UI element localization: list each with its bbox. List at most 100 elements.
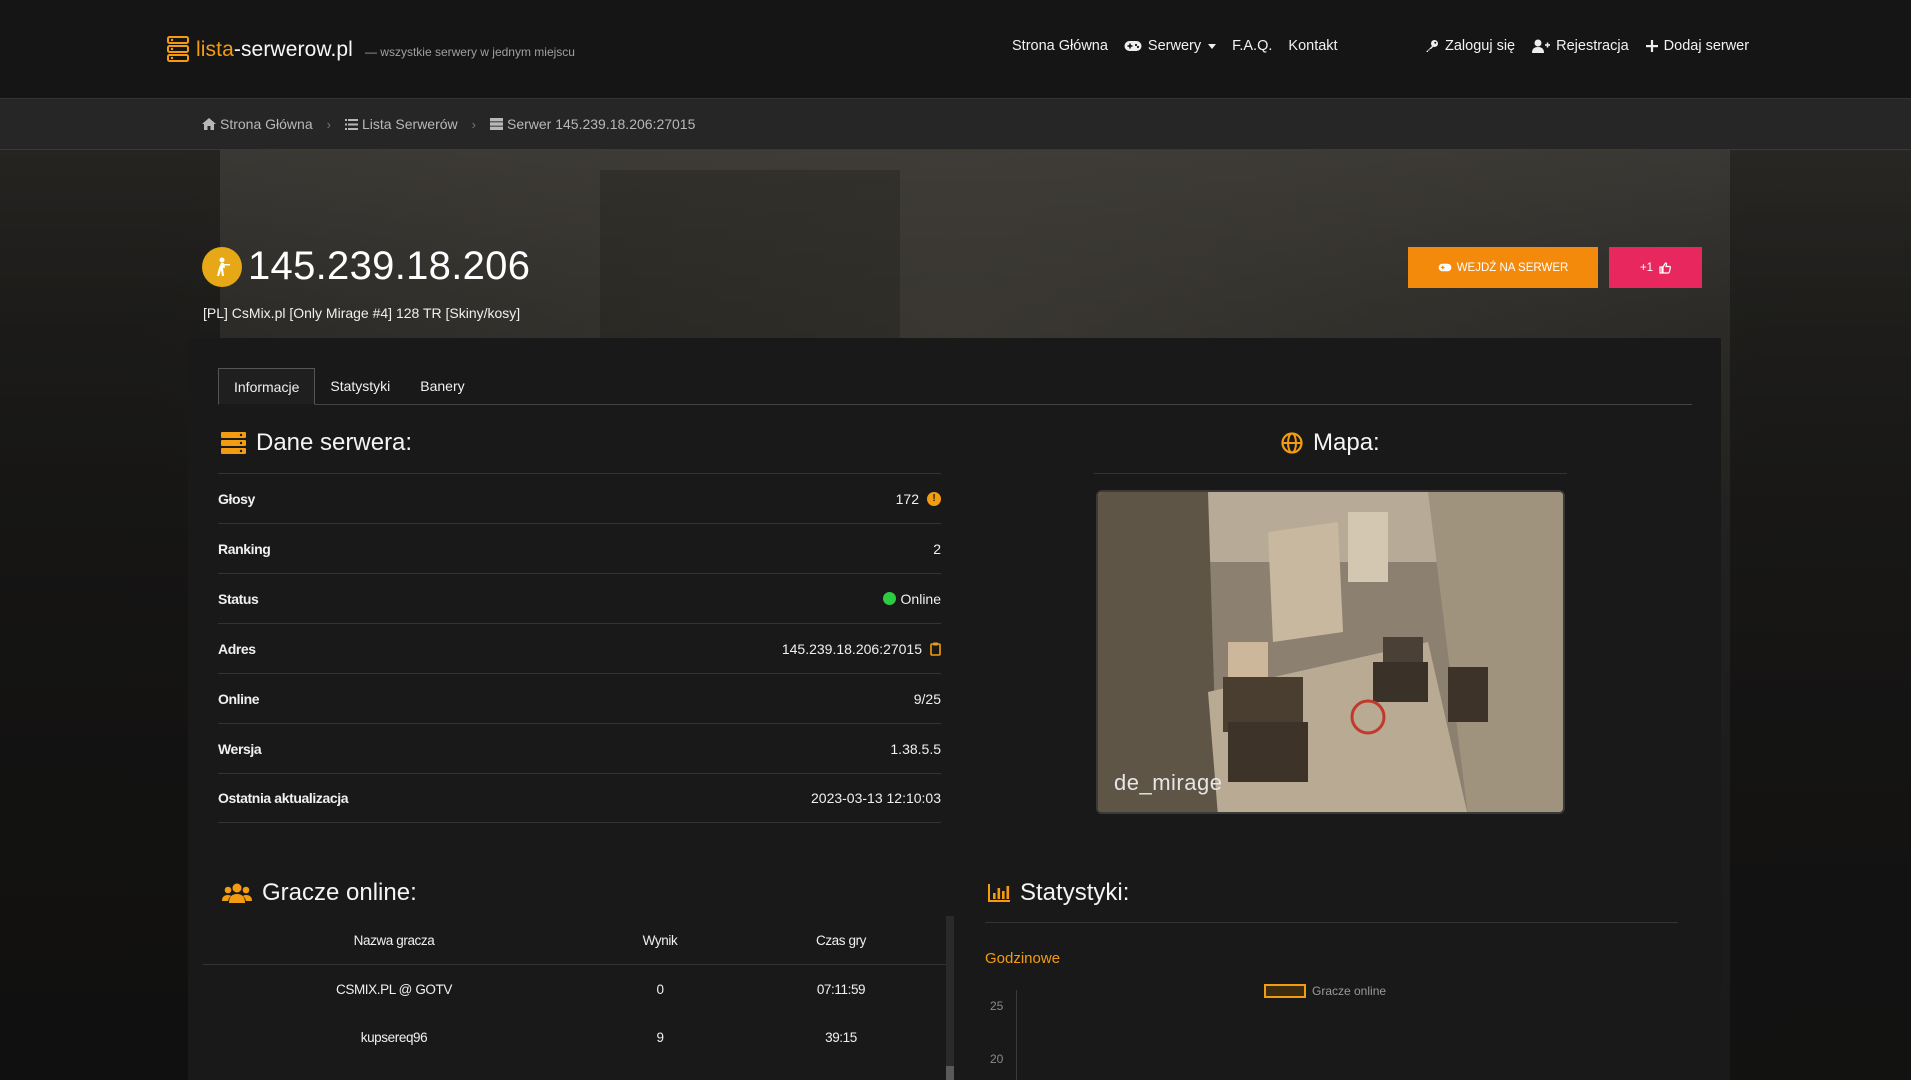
- map-image: de_mirage: [1096, 490, 1565, 814]
- site-tagline: — wszystkie serwery w jednym miejscu: [364, 44, 575, 59]
- info-label: Online: [218, 690, 260, 707]
- player-time: 07:11:59: [816, 981, 866, 997]
- players-title: Gracze online:: [262, 879, 417, 906]
- join-server-button[interactable]: WEJDŹ NA SERWER: [1408, 247, 1598, 288]
- server-icon: [221, 432, 246, 454]
- scrollbar-thumb[interactable]: [946, 1066, 954, 1080]
- tab-statystyki[interactable]: Statystyki: [315, 368, 405, 405]
- server-data-heading: Dane serwera:: [221, 429, 412, 457]
- chevron-right-icon: ›: [471, 116, 476, 132]
- players-heading: Gracze online:: [222, 879, 417, 907]
- info-row-status: Status Online: [218, 573, 941, 623]
- nav-login[interactable]: Zaloguj się: [1425, 38, 1515, 54]
- info-row-votes: Głosy 172!: [218, 473, 941, 523]
- info-circle-icon[interactable]: !: [927, 491, 941, 506]
- table-row: CSMIX.PL @ GOTV 0 07:11:59: [203, 965, 947, 1013]
- vote-label: +1: [1639, 261, 1654, 274]
- list-icon: [344, 118, 358, 130]
- online-status-dot: [882, 592, 896, 605]
- last-update-value: 2023-03-13 12:10:03: [811, 790, 941, 806]
- breadcrumb-list-label: Lista Serwerów: [361, 116, 458, 132]
- column-score[interactable]: Wynik: [585, 933, 735, 948]
- server-stack-icon: [167, 36, 189, 62]
- table-header: Nazwa gracza Wynik Czas gry: [203, 916, 947, 965]
- home-icon: [202, 118, 216, 130]
- globe-icon: [1281, 432, 1303, 454]
- status-value: Online: [900, 590, 941, 607]
- server-name: [PL] CsMix.pl [Only Mirage #4] 128 TR [S…: [203, 305, 521, 321]
- players-scrollbar[interactable]: [946, 916, 954, 1080]
- nav-contact[interactable]: Kontakt: [1288, 38, 1337, 54]
- legend-swatch: [1264, 984, 1306, 998]
- legend-label: Gracze online: [1312, 984, 1387, 998]
- nav-add-server[interactable]: Dodaj serwer: [1645, 38, 1750, 54]
- breadcrumb-bar: Strona Główna › Lista Serwerów › Serwer …: [0, 99, 1911, 150]
- column-player-name[interactable]: Nazwa gracza: [203, 933, 585, 948]
- stats-hourly-label: Godzinowe: [985, 950, 1061, 967]
- divider: [1094, 473, 1567, 474]
- server-ip: 145.239.18.206: [248, 244, 531, 288]
- info-label: Ostatnia aktualizacja: [218, 790, 349, 806]
- version-value: 1.38.5.5: [890, 740, 941, 757]
- info-value: 145.239.18.206:27015: [782, 641, 941, 657]
- player-score: 9: [656, 1029, 664, 1045]
- user-nav: Zaloguj się Rejestracja Dodaj serwer: [1425, 38, 1749, 54]
- nav-home-label: Strona Główna: [1012, 38, 1108, 54]
- key-icon: [1426, 40, 1438, 52]
- breadcrumb-current-label: Serwer 145.239.18.206:27015: [507, 116, 696, 132]
- nav-add-server-label: Dodaj serwer: [1663, 38, 1750, 54]
- top-navbar: lista-serwerow.pl — wszystkie serwery w …: [0, 0, 1911, 99]
- map-title: Mapa:: [1313, 429, 1380, 456]
- csgo-game-icon: [202, 246, 242, 287]
- chevron-right-icon: ›: [326, 116, 331, 132]
- site-logo[interactable]: lista-serwerow.pl — wszystkie serwery w …: [166, 34, 575, 66]
- breadcrumb-list[interactable]: Lista Serwerów: [344, 116, 458, 132]
- plus-icon: [1645, 40, 1658, 52]
- tab-bar: Informacje Statystyki Banery: [218, 368, 1692, 405]
- tab-banery[interactable]: Banery: [405, 368, 479, 405]
- chevron-down-icon: [1208, 43, 1217, 49]
- breadcrumb-home-label: Strona Główna: [220, 116, 313, 132]
- online-value: 9/25: [913, 690, 941, 707]
- stats-heading: Statystyki:: [988, 879, 1129, 907]
- nav-home[interactable]: Strona Główna: [1012, 38, 1108, 54]
- player-score: 0: [656, 981, 664, 997]
- info-row-address: Adres 145.239.18.206:27015: [218, 623, 941, 673]
- nav-faq[interactable]: F.A.Q.: [1232, 38, 1272, 54]
- breadcrumb-home[interactable]: Strona Główna: [202, 116, 313, 132]
- info-row-ranking: Ranking 2: [218, 523, 941, 573]
- nav-servers-dropdown[interactable]: Serwery: [1124, 38, 1217, 54]
- info-value: Online: [882, 590, 941, 607]
- players-table: Nazwa gracza Wynik Czas gry CSMIX.PL @ G…: [203, 916, 947, 1061]
- y-tick-label: 25: [990, 999, 1004, 1013]
- map-heading: Mapa:: [1281, 429, 1380, 457]
- breadcrumb-current: Serwer 145.239.18.206:27015: [490, 116, 695, 132]
- info-label: Głosy: [218, 490, 255, 507]
- gamepad-icon: [1438, 263, 1452, 272]
- info-label: Wersja: [218, 740, 262, 757]
- divider: [985, 922, 1678, 923]
- clipboard-icon[interactable]: [930, 642, 941, 656]
- server-icon: [490, 118, 503, 130]
- info-value: 172!: [896, 491, 941, 507]
- vote-button[interactable]: +1: [1609, 247, 1702, 288]
- server-data-title: Dane serwera:: [256, 429, 413, 456]
- info-label: Ranking: [218, 540, 271, 557]
- nav-login-label: Zaloguj się: [1445, 38, 1516, 54]
- users-icon: [222, 883, 252, 903]
- bar-chart-icon: [988, 884, 1010, 902]
- chart-legend[interactable]: Gracze online: [1264, 984, 1386, 998]
- votes-value: 172: [895, 490, 919, 507]
- gamepad-icon: [1124, 41, 1142, 51]
- thumbs-up-icon: [1659, 261, 1671, 274]
- player-time: 39:15: [825, 1029, 857, 1045]
- tab-informacje[interactable]: Informacje: [218, 368, 316, 405]
- nav-servers-label: Serwery: [1147, 38, 1202, 54]
- server-title: 145.239.18.206: [202, 244, 530, 289]
- column-play-time[interactable]: Czas gry: [735, 933, 947, 948]
- ranking-value: 2: [933, 540, 941, 557]
- nav-register[interactable]: Rejestracja: [1532, 38, 1629, 54]
- logo-text: lista-serwerow.pl: [196, 38, 353, 61]
- info-row-last-update: Ostatnia aktualizacja 2023-03-13 12:10:0…: [218, 773, 941, 823]
- table-row: kupsereq96 9 39:15: [203, 1013, 947, 1061]
